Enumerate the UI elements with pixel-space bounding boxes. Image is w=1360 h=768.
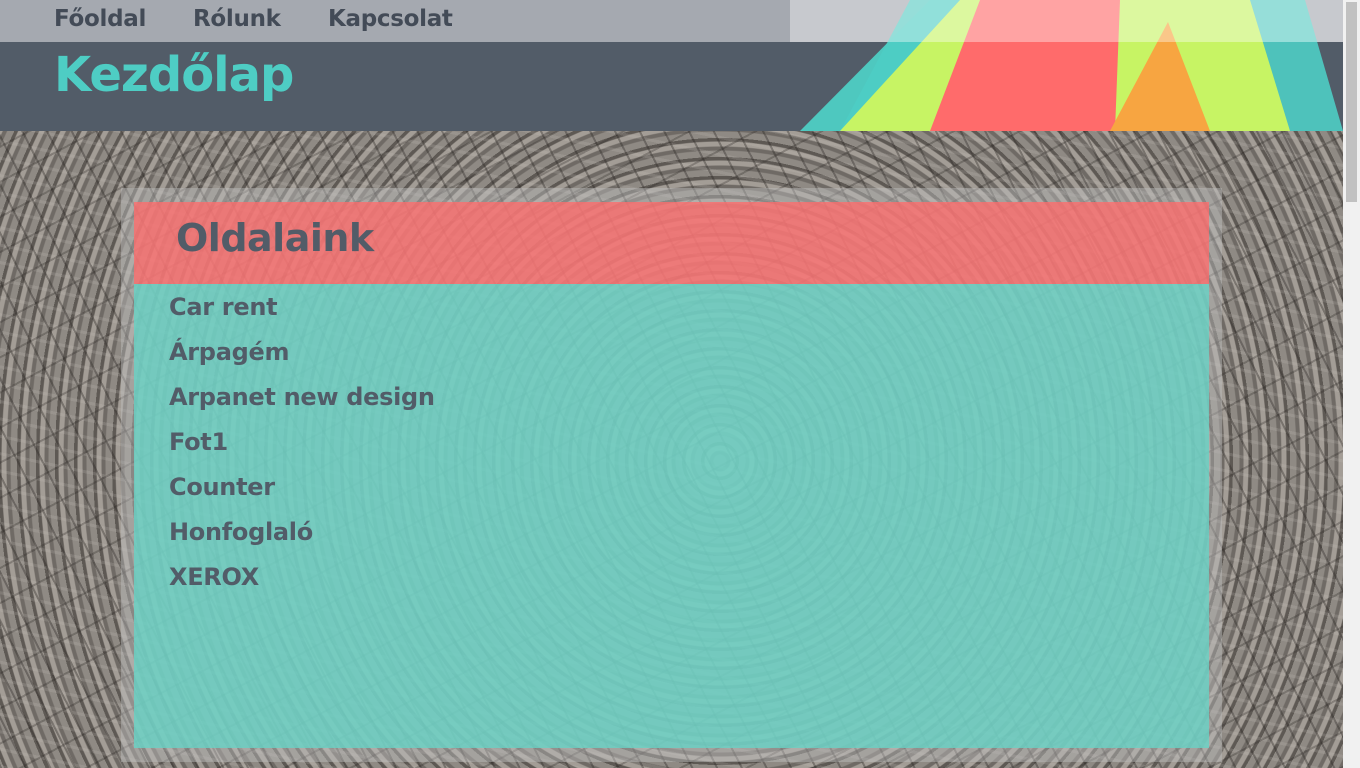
scrollbar-thumb[interactable] bbox=[1346, 2, 1357, 202]
logo-nav-overlay bbox=[790, 0, 1343, 42]
panel-header: Oldalaink bbox=[134, 202, 1209, 284]
panel-body: Car rent Árpagém Arpanet new design Fot1… bbox=[134, 284, 1209, 748]
list-item: Arpanet new design bbox=[169, 382, 435, 427]
site-title: Kezdőlap bbox=[54, 47, 294, 103]
nav-link-rolunk[interactable]: Rólunk bbox=[193, 6, 281, 32]
vertical-scrollbar[interactable] bbox=[1343, 0, 1360, 768]
list-item: Fot1 bbox=[169, 427, 435, 472]
triangles-logo-art bbox=[790, 0, 1343, 131]
list-item: Árpagém bbox=[169, 337, 435, 382]
page-link-car-rent[interactable]: Car rent bbox=[169, 293, 278, 321]
list-item: XEROX bbox=[169, 562, 435, 607]
list-item: Car rent bbox=[169, 292, 435, 337]
list-item: Counter bbox=[169, 472, 435, 517]
page-link-arpagem[interactable]: Árpagém bbox=[169, 338, 289, 366]
panel-title: Oldalaink bbox=[176, 216, 374, 260]
page-link-list: Car rent Árpagém Arpanet new design Fot1… bbox=[169, 292, 435, 607]
page-link-counter[interactable]: Counter bbox=[169, 473, 275, 501]
page-link-fot1[interactable]: Fot1 bbox=[169, 428, 228, 456]
page-link-arpanet-new-design[interactable]: Arpanet new design bbox=[169, 383, 435, 411]
nav-link-kapcsolat[interactable]: Kapcsolat bbox=[328, 6, 453, 32]
nav-link-fooldal[interactable]: Főoldal bbox=[54, 6, 146, 32]
list-item: Honfoglaló bbox=[169, 517, 435, 562]
page-link-xerox[interactable]: XEROX bbox=[169, 563, 259, 591]
page-link-honfoglalo[interactable]: Honfoglaló bbox=[169, 518, 313, 546]
